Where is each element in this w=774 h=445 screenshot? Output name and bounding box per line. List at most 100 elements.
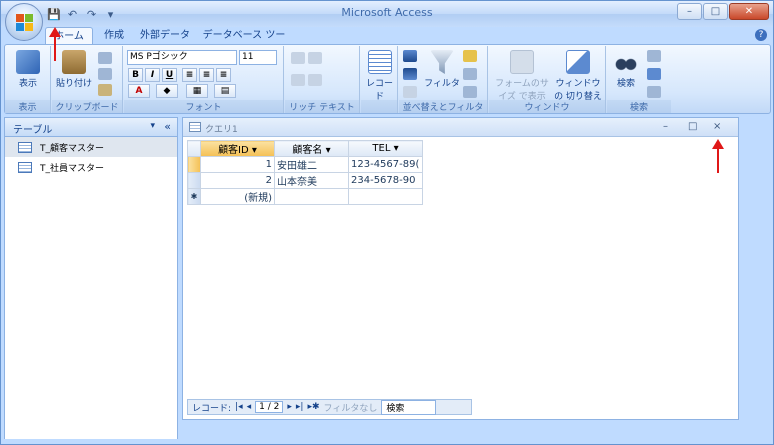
column-header-customer-id[interactable]: 顧客ID ▾: [200, 140, 275, 157]
cell-tel[interactable]: 234-5678-90: [348, 172, 423, 189]
cell-customer-name[interactable]: 山本奈美: [274, 172, 349, 189]
select-icon[interactable]: [647, 86, 661, 98]
alternate-fill-icon[interactable]: ▤: [214, 84, 236, 98]
bullets-icon: [291, 74, 322, 86]
record-navigator: レコード: |◂ ◂ 1 / 2 ▸ ▸| ▸✱ フィルタなし 検索: [187, 399, 472, 415]
view-label: 表示: [18, 79, 37, 89]
view-button[interactable]: 表示: [11, 50, 45, 89]
nav-title[interactable]: テーブル: [13, 121, 52, 136]
font-size-select[interactable]: 11: [239, 50, 277, 65]
italic-button[interactable]: I: [145, 68, 160, 82]
switch-window-button[interactable]: ウィンドウの 切り替え: [553, 50, 603, 102]
new-record-icon: ✱: [187, 188, 201, 205]
bold-button[interactable]: B: [128, 68, 143, 82]
filter-status[interactable]: フィルタなし: [324, 401, 378, 414]
nav-item-customer-master[interactable]: T_顧客マスター: [5, 137, 177, 157]
new-record-row[interactable]: ✱ (新規): [187, 188, 423, 205]
replace-icon[interactable]: [647, 50, 661, 62]
gridlines-icon[interactable]: ▦: [186, 84, 208, 98]
cell-tel[interactable]: 123-4567-89(: [348, 156, 423, 173]
selection-filter-icon[interactable]: [463, 50, 477, 62]
fit-form-label: フォームのサイズ で表示: [495, 79, 549, 102]
redo-icon[interactable]: ↷: [85, 8, 98, 21]
view-icon: [16, 50, 40, 74]
table-row[interactable]: 1 安田雄二 123-4567-89(: [187, 156, 423, 173]
font-color-button[interactable]: A: [128, 84, 150, 98]
group-find-label: 検索: [607, 100, 671, 113]
nav-item-employee-master[interactable]: T_社員マスター: [5, 157, 177, 177]
nav-item-label: T_社員マスター: [40, 163, 104, 174]
minimize-button[interactable]: –: [677, 3, 702, 20]
query-title: クエリ1: [205, 125, 238, 135]
row-selector[interactable]: [187, 156, 201, 173]
cut-icon[interactable]: [98, 52, 112, 64]
tab-create[interactable]: 作成: [97, 27, 131, 45]
cell-empty[interactable]: [348, 188, 423, 205]
find-button[interactable]: 検索: [609, 50, 643, 89]
qat-customize-icon[interactable]: ▾: [104, 8, 117, 21]
first-record-icon[interactable]: |◂: [235, 402, 243, 412]
sort-ascending-icon[interactable]: [403, 50, 417, 62]
table-row[interactable]: 2 山本奈美 234-5678-90: [187, 172, 423, 189]
query-window: クエリ1 – □ × 顧客ID ▾ 顧客名 ▾ TEL ▾ 1 安田雄二 123…: [182, 117, 739, 420]
group-clipboard-label: クリップボード: [52, 100, 122, 113]
cell-new-record[interactable]: (新規): [200, 188, 275, 205]
align-right-icon[interactable]: ≡: [216, 68, 231, 82]
undo-icon[interactable]: ↶: [66, 8, 79, 21]
cell-empty[interactable]: [274, 188, 349, 205]
search-input[interactable]: 検索: [381, 399, 437, 415]
paste-button[interactable]: 貼り付け: [56, 50, 92, 89]
nav-header: テーブル ▾ «: [5, 118, 177, 137]
cell-customer-id[interactable]: 1: [200, 156, 275, 173]
records-button[interactable]: レコード: [363, 50, 396, 102]
cell-customer-id[interactable]: 2: [200, 172, 275, 189]
filter-button[interactable]: フィルタ: [423, 50, 461, 89]
prev-record-icon[interactable]: ◂: [247, 402, 252, 412]
query-maximize-button[interactable]: □: [688, 121, 697, 132]
office-logo-icon: [16, 14, 33, 31]
sort-descending-icon[interactable]: [403, 68, 417, 80]
save-icon[interactable]: 💾: [47, 8, 61, 21]
column-header-customer-name[interactable]: 顧客名 ▾: [274, 140, 349, 157]
close-button[interactable]: ✕: [729, 3, 769, 20]
next-record-icon[interactable]: ▸: [287, 402, 292, 412]
column-header-tel[interactable]: TEL ▾: [348, 140, 423, 157]
last-record-icon[interactable]: ▸|: [296, 402, 304, 412]
cell-customer-name[interactable]: 安田雄二: [274, 156, 349, 173]
goto-icon[interactable]: [647, 68, 661, 80]
font-name-select[interactable]: MS Pゴシック: [127, 50, 237, 65]
help-icon[interactable]: ?: [755, 29, 767, 41]
tab-external-data[interactable]: 外部データ: [139, 27, 191, 45]
align-center-icon[interactable]: ≡: [199, 68, 214, 82]
paste-icon: [62, 50, 86, 74]
group-sort-filter: フィルタ 並べ替えとフィルタ: [399, 46, 488, 113]
fill-color-icon[interactable]: ◆: [156, 84, 178, 98]
header-row: 顧客ID ▾ 顧客名 ▾ TEL ▾: [187, 140, 423, 157]
office-button[interactable]: [5, 3, 43, 41]
align-left-icon[interactable]: ≡: [182, 68, 197, 82]
group-window-label: ウィンドウ: [489, 100, 605, 113]
nav-collapse-icon[interactable]: «: [164, 120, 171, 133]
advanced-filter-icon[interactable]: [463, 68, 477, 80]
nav-dropdown-icon[interactable]: ▾: [150, 121, 155, 131]
select-all-cell[interactable]: [187, 140, 201, 157]
quick-access-toolbar: 💾 ↶ ↷ ▾: [47, 6, 117, 22]
binoculars-icon: [614, 50, 638, 74]
toggle-filter-icon[interactable]: [463, 86, 477, 98]
query-minimize-button[interactable]: –: [663, 121, 668, 132]
underline-button[interactable]: U: [162, 68, 177, 82]
format-painter-icon[interactable]: [98, 84, 112, 96]
group-clipboard: 貼り付け クリップボード: [52, 46, 123, 113]
group-records: レコード: [361, 46, 398, 113]
tab-database-tools[interactable]: データベース ツール: [201, 27, 287, 58]
query-close-button[interactable]: ×: [713, 121, 721, 132]
navigation-pane: テーブル ▾ « T_顧客マスター T_社員マスター: [4, 117, 178, 442]
maximize-button[interactable]: □: [703, 3, 728, 20]
query-icon: [189, 122, 201, 132]
record-position-input[interactable]: 1 / 2: [255, 401, 284, 413]
filter-label: フィルタ: [424, 79, 460, 89]
new-record-nav-icon[interactable]: ▸✱: [307, 402, 319, 412]
row-selector[interactable]: [187, 172, 201, 189]
table-icon: [18, 141, 32, 153]
copy-icon[interactable]: [98, 68, 112, 80]
